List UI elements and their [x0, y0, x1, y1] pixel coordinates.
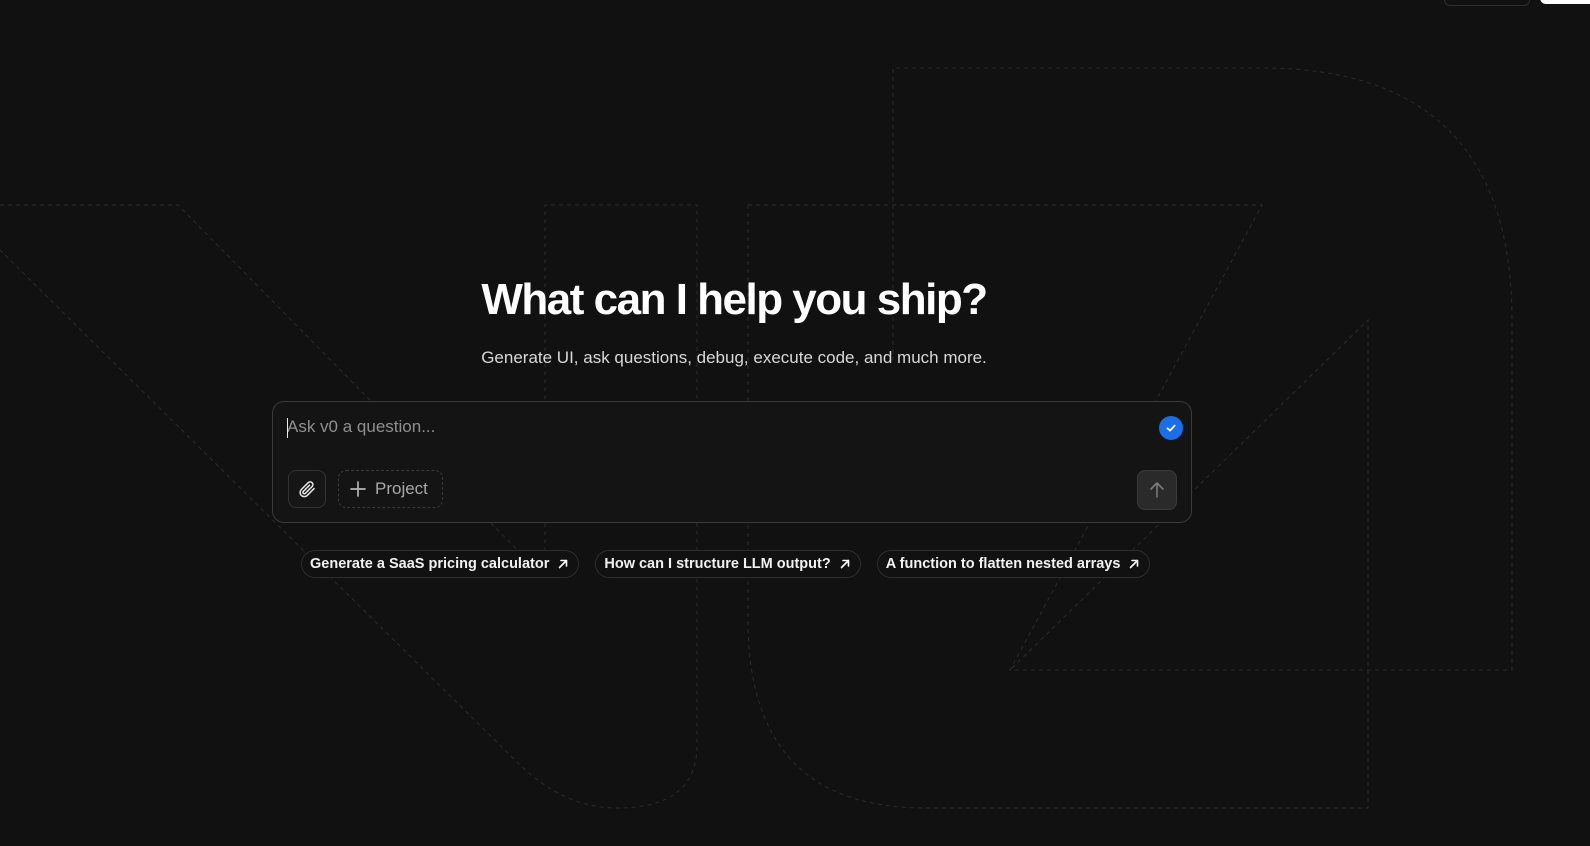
text-caret	[287, 418, 288, 438]
page: What can I help you ship? Generate UI, a…	[0, 0, 1590, 846]
suggestion-label: Generate a SaaS pricing calculator	[310, 556, 550, 572]
suggestion-label: A function to flatten nested arrays	[885, 556, 1121, 572]
page-subtitle: Generate UI, ask questions, debug, execu…	[481, 348, 987, 367]
project-button-label: Project	[375, 479, 428, 498]
check-circle-icon[interactable]	[1159, 416, 1183, 440]
arrow-up-right-icon	[1128, 558, 1140, 570]
paperclip-icon	[299, 481, 315, 498]
suggestion-chip[interactable]: How can I structure LLM output?	[595, 550, 861, 578]
prompt-input[interactable]	[287, 414, 1127, 440]
suggestion-chip[interactable]: Generate a SaaS pricing calculator	[301, 550, 580, 578]
suggestion-list: Generate a SaaS pricing calculator How c…	[301, 550, 1151, 578]
suggestion-label: How can I structure LLM output?	[604, 556, 831, 572]
plus-icon	[350, 481, 366, 497]
page-title: What can I help you ship?	[481, 275, 988, 324]
arrow-up-right-icon	[557, 558, 569, 570]
prompt-box: Project	[272, 401, 1192, 523]
attach-button[interactable]	[288, 470, 326, 508]
add-project-button[interactable]: Project	[338, 470, 443, 508]
send-button[interactable]	[1137, 470, 1177, 510]
arrow-up-icon	[1150, 482, 1164, 498]
arrow-up-right-icon	[839, 558, 851, 570]
top-nav-button[interactable]	[1444, 0, 1530, 6]
suggestion-chip[interactable]: A function to flatten nested arrays	[876, 550, 1151, 578]
top-nav-primary-button[interactable]	[1540, 0, 1590, 4]
